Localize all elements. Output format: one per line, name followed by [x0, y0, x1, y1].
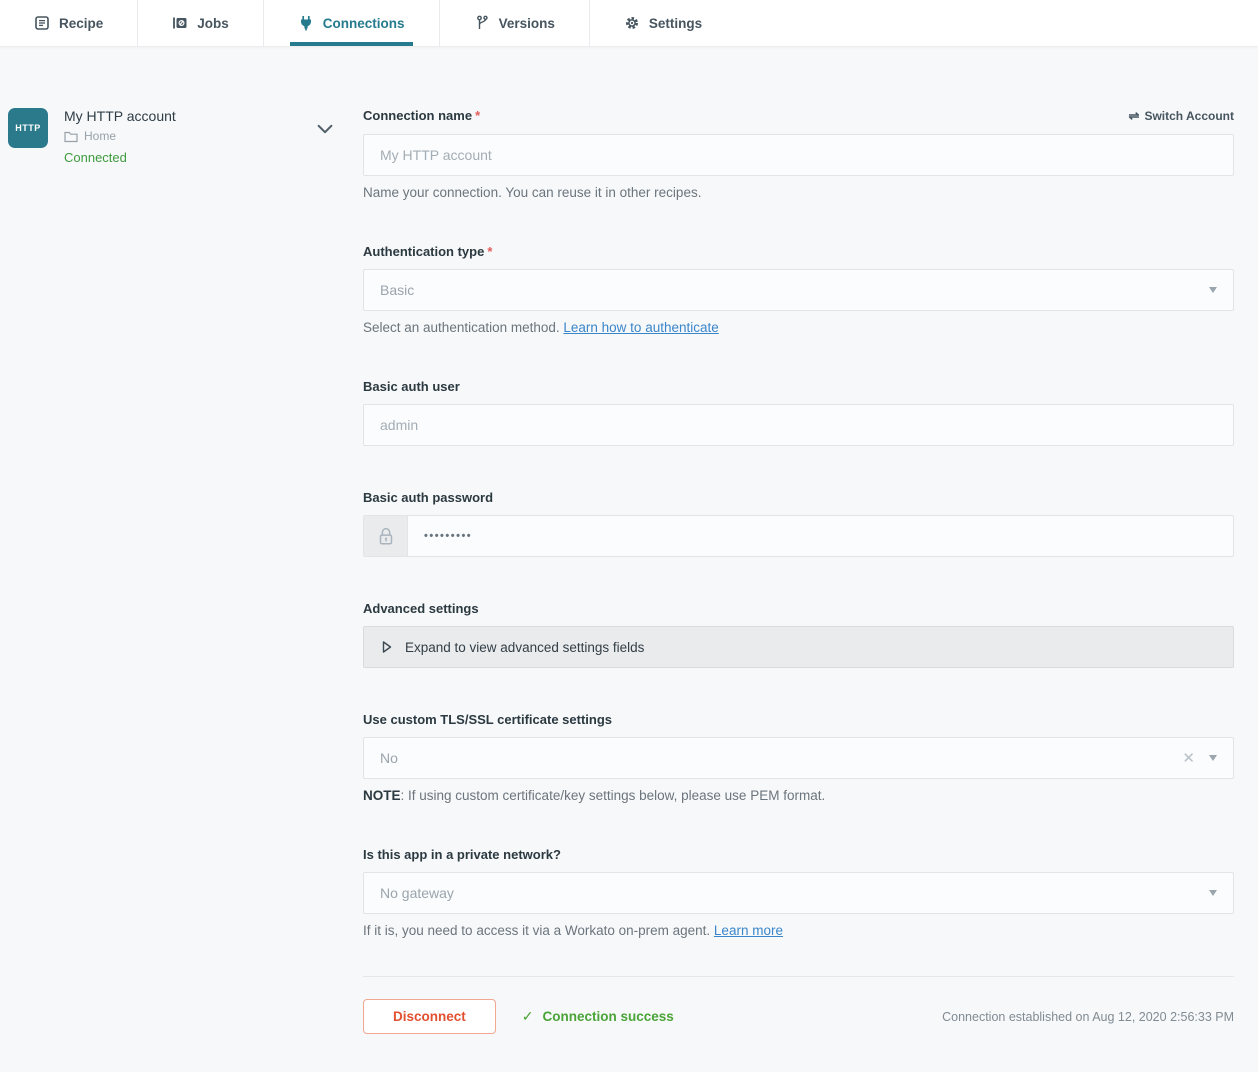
tls-ssl-note: NOTE: If using custom certificate/key se… — [363, 788, 1234, 803]
tab-jobs[interactable]: Jobs — [138, 0, 264, 46]
tls-ssl-value: No — [380, 750, 398, 766]
field-tls-ssl: Use custom TLS/SSL certificate settings … — [363, 712, 1234, 803]
chevron-down-icon[interactable] — [315, 119, 335, 139]
footer-divider — [363, 976, 1234, 977]
private-network-label: Is this app in a private network? — [363, 847, 561, 862]
connection-name-input[interactable] — [363, 134, 1234, 176]
connections-plug-icon — [298, 15, 314, 31]
field-basic-password: Basic auth password ••••••••• — [363, 490, 1234, 557]
account-folder: Home — [64, 129, 176, 143]
basic-user-label: Basic auth user — [363, 379, 460, 394]
tls-ssl-select[interactable]: No ✕ — [363, 737, 1234, 779]
auth-type-help: Select an authentication method. Learn h… — [363, 320, 1234, 335]
auth-type-select[interactable]: Basic — [363, 269, 1234, 311]
learn-more-link[interactable]: Learn more — [714, 923, 783, 938]
connection-form: Connection name* ⇌ Switch Account Name y… — [363, 108, 1234, 1034]
switch-account-link[interactable]: ⇌ Switch Account — [1129, 108, 1234, 124]
folder-name: Home — [84, 129, 116, 143]
versions-branch-icon — [474, 15, 490, 31]
field-auth-type: Authentication type* Basic Select an aut… — [363, 244, 1234, 335]
learn-how-to-authenticate-link[interactable]: Learn how to authenticate — [563, 320, 718, 335]
advanced-settings-expander[interactable]: Expand to view advanced settings fields — [363, 626, 1234, 668]
clear-icon[interactable]: ✕ — [1182, 751, 1195, 766]
connection-name-help: Name your connection. You can reuse it i… — [363, 185, 1234, 200]
connection-success-status: ✓ Connection success — [522, 1008, 674, 1025]
tab-versions[interactable]: Versions — [440, 0, 590, 46]
expand-triangle-icon — [381, 640, 393, 654]
disconnect-button[interactable]: Disconnect — [363, 999, 496, 1034]
tls-ssl-label: Use custom TLS/SSL certificate settings — [363, 712, 612, 727]
auth-type-label: Authentication type* — [363, 244, 492, 259]
http-app-icon: HTTP — [8, 108, 48, 148]
tab-label: Recipe — [59, 16, 103, 31]
tab-connections[interactable]: Connections — [264, 0, 440, 46]
required-asterisk: * — [487, 244, 492, 259]
tab-label: Jobs — [197, 16, 229, 31]
account-name: My HTTP account — [64, 108, 176, 124]
advanced-settings-label: Advanced settings — [363, 601, 479, 616]
note-label: NOTE — [363, 788, 401, 803]
basic-user-input[interactable] — [363, 404, 1234, 446]
field-advanced-settings: Advanced settings Expand to view advance… — [363, 601, 1234, 668]
field-basic-user: Basic auth user — [363, 379, 1234, 446]
masked-password-value: ••••••••• — [424, 530, 472, 542]
basic-password-label: Basic auth password — [363, 490, 493, 505]
recipe-icon — [34, 15, 50, 31]
connection-status: Connected — [64, 150, 176, 165]
check-icon: ✓ — [522, 1008, 534, 1025]
private-network-select[interactable]: No gateway — [363, 872, 1234, 914]
tab-recipe[interactable]: Recipe — [0, 0, 138, 46]
caret-down-icon — [1209, 755, 1217, 761]
settings-gear-icon — [624, 15, 640, 31]
main-area: HTTP My HTTP account Home Connected Conn… — [0, 47, 1258, 1034]
auth-type-value: Basic — [380, 282, 414, 298]
caret-down-icon — [1209, 890, 1217, 896]
field-connection-name: Connection name* ⇌ Switch Account Name y… — [363, 108, 1234, 200]
footer-bar: Disconnect ✓ Connection success Connecti… — [363, 999, 1234, 1034]
connection-sidebar: HTTP My HTTP account Home Connected — [0, 108, 363, 1034]
tab-label: Settings — [649, 16, 702, 31]
jobs-icon — [172, 15, 188, 31]
tab-label: Versions — [499, 16, 555, 31]
private-network-value: No gateway — [380, 885, 454, 901]
connection-established-text: Connection established on Aug 12, 2020 2… — [942, 1010, 1234, 1024]
tab-label: Connections — [323, 16, 405, 31]
caret-down-icon — [1209, 287, 1217, 293]
tab-bar: Recipe Jobs Connections Versions Setting… — [0, 0, 1258, 47]
advanced-settings-expander-text: Expand to view advanced settings fields — [405, 640, 644, 655]
required-asterisk: * — [475, 108, 480, 123]
switch-account-icon: ⇌ — [1129, 108, 1140, 124]
private-network-help: If it is, you need to access it via a Wo… — [363, 923, 1234, 938]
basic-password-input[interactable]: ••••••••• — [363, 515, 1234, 557]
tab-settings[interactable]: Settings — [590, 0, 736, 46]
field-private-network: Is this app in a private network? No gat… — [363, 847, 1234, 938]
account-info: My HTTP account Home Connected — [64, 108, 176, 165]
account-card: HTTP My HTTP account Home Connected — [8, 108, 363, 165]
connection-name-label: Connection name* — [363, 108, 480, 123]
lock-icon — [364, 516, 408, 556]
folder-icon — [64, 130, 78, 143]
